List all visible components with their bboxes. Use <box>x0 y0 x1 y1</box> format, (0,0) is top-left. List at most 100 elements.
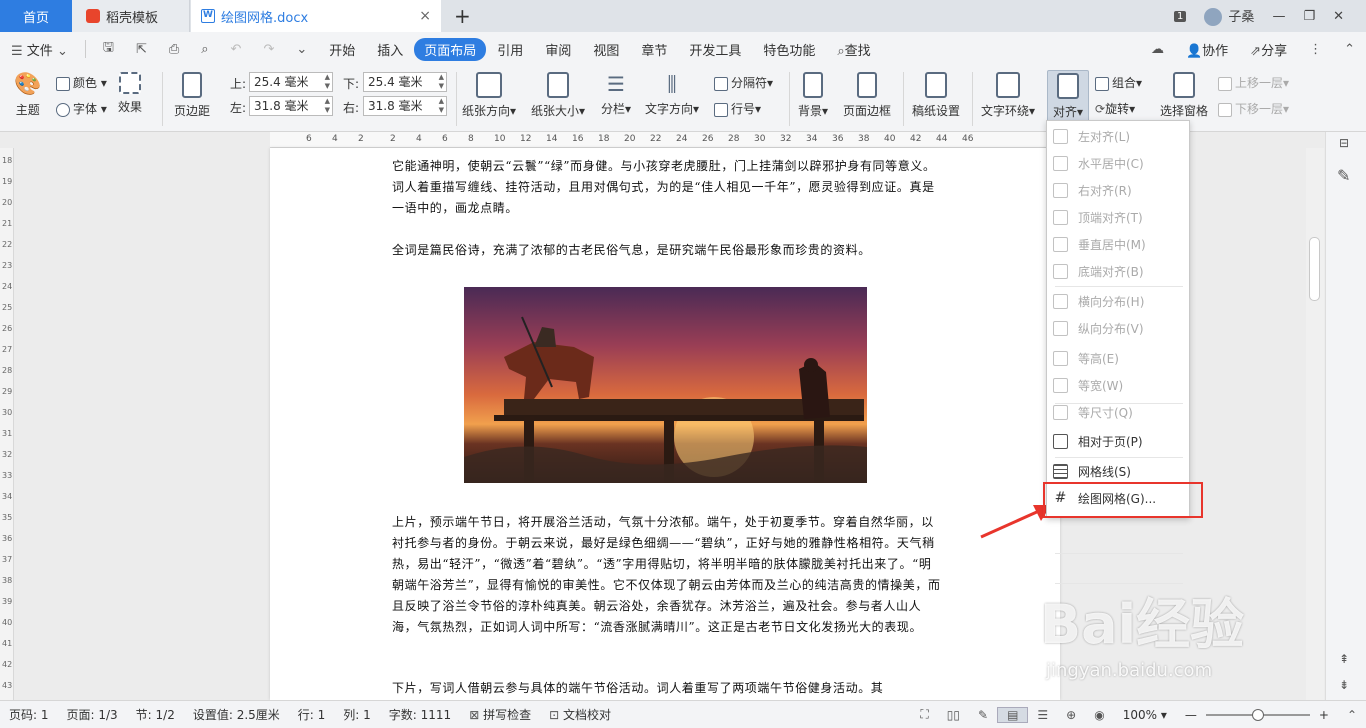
menu-item-gridlines[interactable]: 网格线(S) <box>1053 459 1185 483</box>
window-count-badge[interactable]: 1 <box>1174 10 1187 22</box>
spinner-icon[interactable]: ▲ ▼ <box>439 73 444 91</box>
status-setting[interactable]: 设置值: 2.5厘米 <box>184 706 289 723</box>
status-row[interactable]: 行: 1 <box>289 706 335 723</box>
menu-item-distribute-h[interactable]: 横向分布(H) <box>1053 289 1185 313</box>
fullscreen-icon[interactable]: ⛶ <box>911 707 937 722</box>
next-page-icon[interactable]: ⇟ <box>1339 678 1349 692</box>
close-window-button[interactable]: ✕ <box>1333 9 1344 24</box>
status-pages[interactable]: 页面: 1/3 <box>58 706 127 723</box>
vertical-scrollbar[interactable] <box>1306 148 1324 700</box>
columns-button[interactable]: ☰ 分栏▾ <box>601 72 631 117</box>
tab-document[interactable]: W 绘图网格.docx × <box>191 0 441 32</box>
collapse-ribbon-icon[interactable]: ⌃ <box>1333 42 1366 57</box>
more-icon[interactable]: ⋮ <box>1298 42 1333 57</box>
orientation-button[interactable]: 纸张方向▾ <box>462 72 516 119</box>
menu-item-align-middle[interactable]: 垂直居中(M) <box>1053 232 1185 256</box>
print-preview-icon[interactable]: ⌕ <box>190 42 219 57</box>
separator-button[interactable]: 分隔符▾ <box>714 74 773 91</box>
collab-button[interactable]: 👤协作 <box>1175 40 1239 59</box>
color-button[interactable]: 颜色 ▾ <box>56 74 107 91</box>
menu-insert[interactable]: 插入 <box>366 40 414 59</box>
spinner-icon[interactable]: ▲ ▼ <box>325 97 330 115</box>
effect-button[interactable]: 效果 <box>118 72 142 115</box>
pen-icon[interactable]: ✎ <box>1337 166 1350 185</box>
top-margin-field[interactable]: 25.4 毫米 ▲ ▼ <box>249 72 333 92</box>
menu-item-align-center[interactable]: 水平居中(C) <box>1053 151 1185 175</box>
inserted-image[interactable] <box>464 287 867 483</box>
cloud-sync-icon[interactable]: ☁ <box>1140 42 1175 57</box>
customize-toolbar-icon[interactable]: ⌄ <box>285 42 318 57</box>
prev-page-icon[interactable]: ⇞ <box>1339 652 1349 666</box>
page-view-icon[interactable]: ▤ <box>997 706 1029 723</box>
spinner-icon[interactable]: ▲ ▼ <box>325 73 330 91</box>
align-button[interactable]: 对齐▾ <box>1047 70 1089 122</box>
spinner-icon[interactable]: ▲ ▼ <box>439 97 444 115</box>
close-tab-icon[interactable]: × <box>419 8 431 24</box>
line-number-button[interactable]: 行号▾ <box>714 100 761 117</box>
status-section[interactable]: 节: 1/2 <box>127 706 184 723</box>
paragraph[interactable]: 全词是篇民俗诗，充满了浓郁的古老民俗气息，是研究端午民俗最形象而珍贵的资料。 <box>392 240 942 261</box>
menu-start[interactable]: 开始 <box>318 40 366 59</box>
send-backward-button[interactable]: 下移一层▾ <box>1218 100 1289 117</box>
document-page[interactable]: 它能通神明，使朝云“云鬟”“绿”而身健。与小孩穿老虎腰肚，门上挂蒲剑以辟邪护身有… <box>270 148 1060 700</box>
theme-button[interactable]: 🎨 主题 <box>14 72 41 118</box>
read-mode-icon[interactable]: ▯▯ <box>938 708 969 722</box>
margin-button[interactable]: 页边距 <box>174 72 210 119</box>
paragraph[interactable]: 下片，写词人借朝云参与具体的端午节俗活动。词人着重写了两项端午节俗健身活动。其 <box>392 678 942 699</box>
menu-references[interactable]: 引用 <box>486 40 534 59</box>
background-button[interactable]: 背景▾ <box>798 72 828 119</box>
save-icon[interactable]: 🖫 <box>92 38 125 60</box>
menu-view[interactable]: 视图 <box>582 40 630 59</box>
left-margin-field[interactable]: 31.8 毫米 ▲ ▼ <box>249 96 333 116</box>
scrollbar-thumb[interactable] <box>1309 237 1320 301</box>
menu-file[interactable]: ☰ 文件 ⌄ <box>0 40 79 59</box>
zoom-thumb[interactable] <box>1251 708 1264 721</box>
menu-search[interactable]: ⌕查找 <box>826 40 881 59</box>
font-button[interactable]: 字体 ▾ <box>56 100 107 117</box>
new-tab-button[interactable]: + <box>454 4 471 28</box>
print-icon[interactable]: ⎙ <box>158 42 190 57</box>
export-icon[interactable]: ⇱ <box>125 42 158 57</box>
menu-item-same-height[interactable]: 等高(E) <box>1053 346 1185 370</box>
zoom-level[interactable]: 100% ▾ <box>1114 708 1176 722</box>
tab-template[interactable]: 稻壳模板 <box>72 0 190 32</box>
eye-protect-icon[interactable]: ◉ <box>1085 708 1113 722</box>
menu-dev-tools[interactable]: 开发工具 <box>678 40 752 59</box>
outline-view-icon[interactable]: ☰ <box>1028 708 1057 722</box>
text-wrap-button[interactable]: 文字环绕▾ <box>981 72 1035 119</box>
share-button[interactable]: ⇗分享 <box>1239 40 1298 59</box>
expand-icon[interactable]: ⌃ <box>1338 708 1366 722</box>
menu-item-relative-page[interactable]: 相对于页(P) <box>1053 429 1185 453</box>
proofread-button[interactable]: ⊡ 文档校对 <box>540 706 620 723</box>
menu-section[interactable]: 章节 <box>630 40 678 59</box>
zoom-in-button[interactable]: + <box>1310 708 1338 722</box>
status-words[interactable]: 字数: 1111 <box>380 706 460 723</box>
text-direction-button[interactable]: ⫼ 文字方向▾ <box>645 72 699 117</box>
paragraph[interactable]: 上片，预示端午节日，将开展浴兰活动，气氛十分浓郁。端午，处于初夏季节。穿着自然华… <box>392 512 942 638</box>
redo-icon[interactable]: ↷ <box>252 42 285 57</box>
menu-item-align-top[interactable]: 顶端对齐(T) <box>1053 205 1185 229</box>
restore-button[interactable]: ❐ <box>1303 9 1315 24</box>
right-margin-field[interactable]: 31.8 毫米 ▲ ▼ <box>363 96 447 116</box>
vertical-ruler[interactable]: 18 19 20 21 22 23 24 25 26 27 28 29 30 31 32 33 34 35 36 37… <box>0 148 14 700</box>
rotate-button[interactable]: ⟳旋转▾ <box>1095 100 1135 117</box>
minimize-button[interactable]: — <box>1272 9 1285 24</box>
spell-check-button[interactable]: ⊠ 拼写检查 <box>460 706 540 723</box>
menu-review[interactable]: 审阅 <box>534 40 582 59</box>
menu-item-align-bottom[interactable]: 底端对齐(B) <box>1053 259 1185 283</box>
status-col[interactable]: 列: 1 <box>334 706 380 723</box>
menu-item-align-right[interactable]: 右对齐(R) <box>1053 178 1185 202</box>
paper-size-button[interactable]: 纸张大小▾ <box>531 72 585 119</box>
group-button[interactable]: 组合▾ <box>1095 74 1142 91</box>
status-page-number[interactable]: 页码: 1 <box>0 706 58 723</box>
menu-special[interactable]: 特色功能 <box>752 40 826 59</box>
zoom-slider[interactable] <box>1205 708 1310 722</box>
undo-icon[interactable]: ↶ <box>220 42 253 57</box>
selection-pane-button[interactable]: 选择窗格 <box>1160 72 1208 119</box>
menu-page-layout[interactable]: 页面布局 <box>414 37 487 61</box>
menu-item-same-width[interactable]: 等宽(W) <box>1053 373 1185 397</box>
bottom-margin-field[interactable]: 25.4 毫米 ▲ ▼ <box>363 72 447 92</box>
write-mode-icon[interactable]: ✎ <box>969 708 997 722</box>
menu-item-distribute-v[interactable]: 纵向分布(V) <box>1053 316 1185 340</box>
zoom-out-button[interactable]: — <box>1176 708 1206 722</box>
